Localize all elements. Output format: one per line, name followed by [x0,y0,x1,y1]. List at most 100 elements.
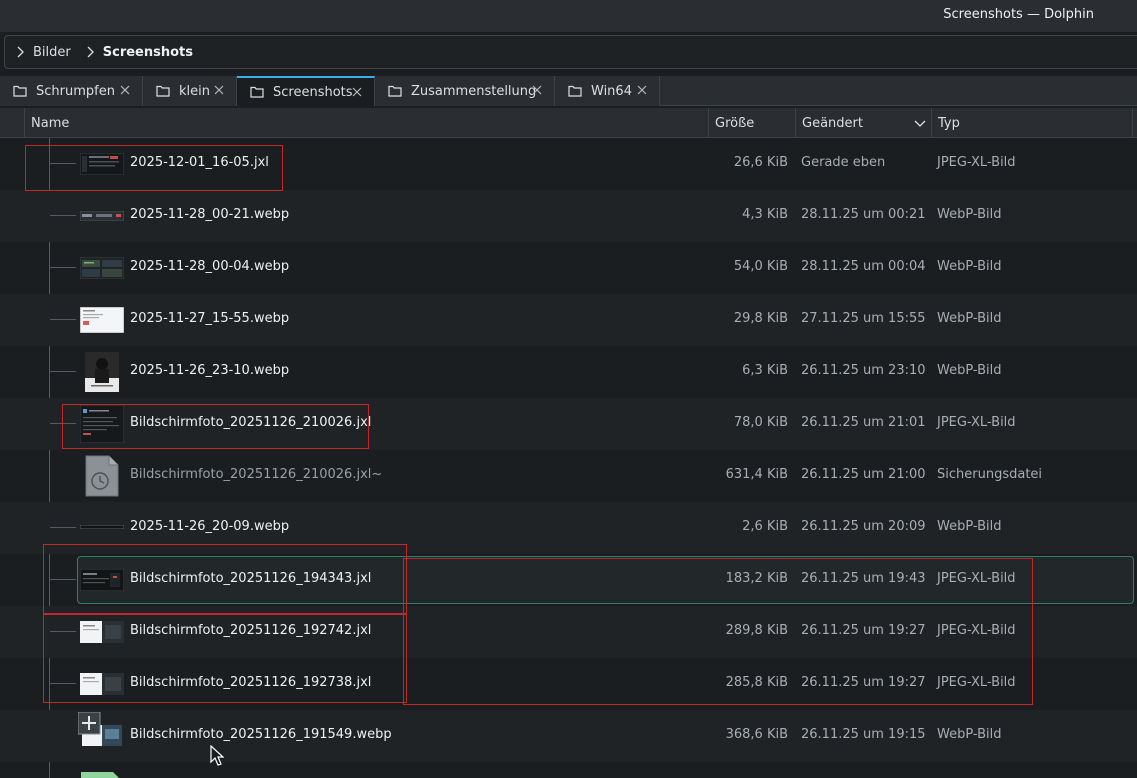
file-modified: Gerade eben [801,155,886,170]
breadcrumb[interactable]: Bilder Screenshots [4,35,1137,69]
window-title: Screenshots — Dolphin [943,7,1094,22]
file-name: 2025-11-27_15-55.webp [130,311,290,326]
image-thumbnail [80,257,124,279]
image-thumbnail [80,405,124,443]
file-modified: 28.11.25 um 00:21 [801,207,926,222]
file-name: 2025-11-28_00-04.webp [130,259,290,274]
column-size[interactable]: Größe [708,108,795,138]
file-row[interactable]: Bildschirmfoto_20251126_192742.jxl 289,8… [0,606,1137,658]
close-icon[interactable] [118,83,132,97]
file-type: JPEG-XL-Bild [937,155,1016,170]
tree-branch [50,215,76,216]
file-type: WebP-Bild [937,727,1002,742]
close-icon[interactable] [635,83,649,97]
file-name: 2025-11-28_00-21.webp [130,207,290,222]
file-row[interactable]: Bildschirmfoto_20251126_210026.jxl 78,0 … [0,398,1137,450]
tab-bar: Schrumpfen klein Screenshots Zusammenste… [0,76,1137,106]
file-name: 2025-12-01_16-05.jxl [130,155,269,170]
tree-branch [50,163,76,164]
file-type: WebP-Bild [937,363,1002,378]
title-bar: Screenshots — Dolphin [0,0,1137,32]
file-size: 285,8 KiB [725,675,788,690]
file-modified: 26.11.25 um 23:10 [801,363,926,378]
tab-win64[interactable]: Win64 [555,76,660,106]
tree-branch [50,631,76,632]
file-type: JPEG-XL-Bild [937,415,1016,430]
tab-zusammenstellung[interactable]: Zusammenstellung [375,76,555,106]
file-name: Bildschirmfoto_20251126_192742.jxl [130,623,372,638]
column-type[interactable]: Typ [931,108,1132,138]
close-icon[interactable] [350,85,364,99]
file-row[interactable]: Bildschirmfoto_20251126_191549.webp 368,… [0,710,1137,762]
tab-label: Screenshots [273,84,353,100]
column-modified-label: Geändert [802,115,863,131]
tab-klein[interactable]: klein [143,76,237,106]
file-type: WebP-Bild [937,259,1002,274]
file-size: 26,6 KiB [733,155,788,170]
tree-branch [50,319,76,320]
tree-branch [50,683,76,684]
file-row[interactable]: 2025-11-27_15-55.webp 29,8 KiB 27.11.25 … [0,294,1137,346]
file-row[interactable]: 2025-12-01_16-05.jxl 26,6 KiB Gerade ebe… [0,138,1137,190]
file-name: Bildschirmfoto_20251126_192738.jxl [130,675,372,690]
file-type: JPEG-XL-Bild [937,571,1016,586]
file-modified: 26.11.25 um 20:09 [801,519,926,534]
tab-screenshots[interactable]: Screenshots [237,76,375,106]
tab-label: klein [179,83,210,99]
file-size: 78,0 KiB [733,415,788,430]
image-thumbnail [80,569,124,591]
folder-icon [568,85,582,97]
tab-schrumpfen[interactable]: Schrumpfen [0,76,143,106]
file-row[interactable]: 2025-11-28_00-21.webp 4,3 KiB 28.11.25 u… [0,190,1137,242]
file-type: JPEG-XL-Bild [937,675,1016,690]
file-type: JPEG-XL-Bild [937,623,1016,638]
file-modified: 26.11.25 um 19:15 [801,727,926,742]
file-modified: 26.11.25 um 21:00 [801,467,926,482]
file-type: WebP-Bild [937,207,1002,222]
file-size: 631,4 KiB [725,467,788,482]
header-end [1132,108,1137,138]
folder-icon [388,85,402,97]
column-name[interactable]: Name [24,108,708,138]
tab-label: Win64 [591,83,632,99]
breadcrumb-item-screenshots[interactable]: Screenshots [103,45,193,60]
image-thumbnail [80,621,124,643]
header-spacer [0,108,24,138]
tab-label: Zusammenstellung [411,83,537,99]
tab-label: Schrumpfen [36,83,115,99]
tree-branch [50,527,76,528]
image-thumbnail [80,673,124,695]
backup-file-icon [85,455,119,497]
file-type: Sicherungsdatei [937,467,1043,482]
file-row[interactable]: 2025-11-26_23-10.webp 6,3 KiB 26.11.25 u… [0,346,1137,398]
file-size: 54,0 KiB [733,259,788,274]
file-name: Bildschirmfoto_20251126_210026.jxl [130,415,372,430]
file-name: Bildschirmfoto_20251126_191549.webp [130,727,392,742]
tree-branch [50,579,76,580]
folder-icon [156,85,170,97]
file-row[interactable]: Bildschirmfoto_20251126_194343.jxl 183,2… [0,554,1137,606]
close-icon[interactable] [530,83,544,97]
file-size: 6,3 KiB [742,363,788,378]
file-modified: 26.11.25 um 21:01 [801,415,926,430]
file-name: Bildschirmfoto_20251126_210026.jxl~ [130,467,383,482]
tree-branch [50,371,76,372]
chevron-right-icon[interactable] [11,43,29,61]
image-thumbnail [80,525,124,529]
file-row[interactable]: Bildschirmfoto_20251126_210026.jxl~ 631,… [0,450,1137,502]
folder-icon [13,85,27,97]
file-row[interactable]: 2025-11-26_20-09.webp 2,6 KiB 26.11.25 u… [0,502,1137,554]
file-modified: 26.11.25 um 19:27 [801,675,926,690]
chevron-right-icon[interactable] [81,43,99,61]
tree-branch [50,267,76,268]
file-type: WebP-Bild [937,311,1002,326]
file-size: 29,8 KiB [733,311,788,326]
chevron-down-icon [914,120,926,127]
file-row[interactable]: 2025-11-28_00-04.webp 54,0 KiB 28.11.25 … [0,242,1137,294]
close-icon[interactable] [212,83,226,97]
image-thumbnail [85,352,119,392]
file-row[interactable]: Bildschirmfoto_20251126_192738.jxl 285,8… [0,658,1137,710]
column-modified[interactable]: Geändert [795,108,931,138]
breadcrumb-item-bilder[interactable]: Bilder [33,45,71,60]
file-type: WebP-Bild [937,519,1002,534]
